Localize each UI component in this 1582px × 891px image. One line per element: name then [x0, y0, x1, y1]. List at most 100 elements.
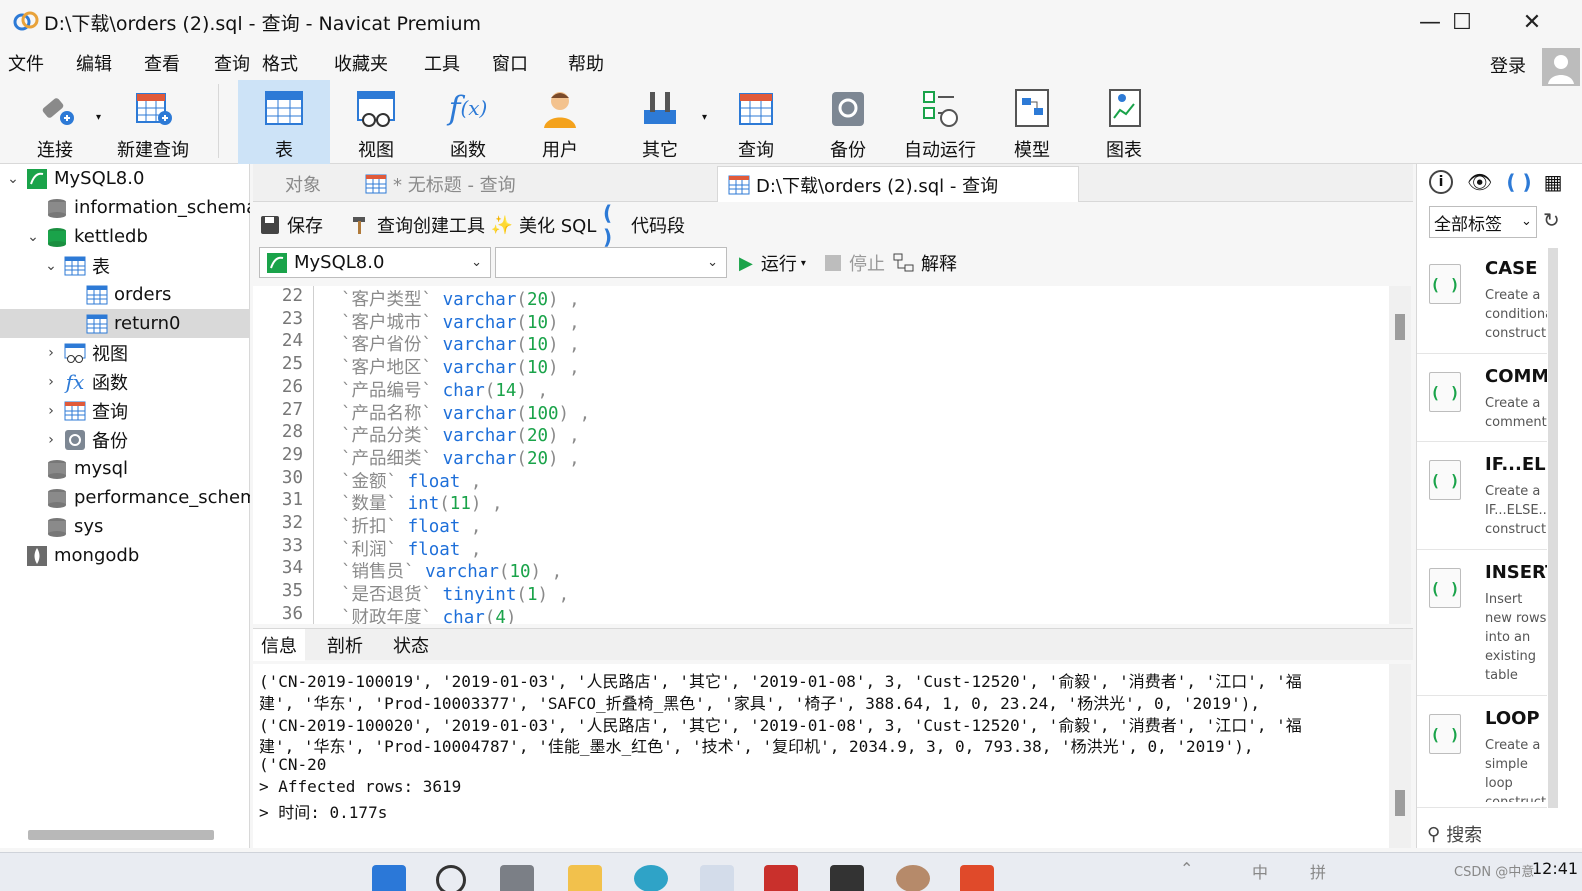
tab-status[interactable]: 状态 — [385, 629, 437, 661]
chevron-right-icon[interactable]: › — [44, 345, 58, 361]
connect-button[interactable]: 连接 — [10, 80, 100, 164]
app-icon[interactable] — [764, 865, 798, 891]
tree-item-performance-schema[interactable]: performance_schema — [0, 483, 250, 512]
other-dropdown-icon[interactable]: ▾ — [702, 112, 707, 123]
login-link[interactable]: 登录 — [1490, 52, 1526, 78]
task-view-icon[interactable] — [500, 865, 534, 891]
tree-item-orders[interactable]: orders — [0, 280, 250, 309]
query-button[interactable]: 查询 — [710, 80, 802, 164]
menu-view[interactable]: 查看 — [144, 50, 180, 76]
chevron-right-icon[interactable]: › — [44, 432, 58, 448]
snippet-search[interactable]: ⚲ 搜索 — [1427, 820, 1482, 848]
chevron-down-icon[interactable]: ⌄ — [6, 171, 20, 187]
tree-item-functions[interactable]: › fx 函数 — [0, 367, 250, 396]
chevron-down-icon[interactable]: ⌄ — [26, 229, 40, 245]
query-builder-button[interactable]: 查询创建工具 — [349, 212, 485, 238]
tree-item-views[interactable]: › 视图 — [0, 338, 250, 367]
tree-item-kettledb[interactable]: ⌄ kettledb — [0, 222, 250, 251]
model-button[interactable]: 模型 — [986, 80, 1078, 164]
snippet-item[interactable]: ( ) COMMENT Create a comment — [1417, 356, 1547, 442]
connection-select[interactable]: MySQL8.0 ⌄ — [259, 247, 491, 278]
terminal-icon[interactable] — [830, 865, 864, 891]
chart-button[interactable]: 图表 — [1078, 80, 1170, 164]
ime-indicator[interactable]: 中 — [1252, 859, 1268, 883]
menu-favorites[interactable]: 收藏夹 — [334, 50, 388, 76]
chevron-down-icon[interactable]: ⌄ — [44, 258, 58, 274]
run-button[interactable]: ▶ 运行 ▾ — [739, 250, 806, 276]
tree-item-mongodb[interactable]: mongodb — [0, 541, 250, 570]
navicat-taskbar-icon[interactable] — [700, 865, 734, 891]
menu-edit[interactable]: 编辑 — [76, 50, 112, 76]
menu-format[interactable]: 格式 — [262, 50, 298, 76]
editor-scrollbar-thumb[interactable] — [1395, 314, 1405, 340]
refresh-icon[interactable]: ↻ — [1543, 208, 1560, 232]
tab-untitled-query[interactable]: * 无标题 - 查询 — [355, 166, 526, 202]
database-icon — [46, 516, 68, 538]
tree-item-sys[interactable]: sys — [0, 512, 250, 541]
tree-item-return0[interactable]: return0 — [0, 309, 250, 338]
menu-file[interactable]: 文件 — [8, 50, 44, 76]
tree-item-mysql[interactable]: mysql — [0, 454, 250, 483]
menu-window[interactable]: 窗口 — [492, 50, 528, 76]
avatar-app-icon[interactable] — [896, 865, 930, 891]
automation-button[interactable]: 自动运行 — [894, 80, 986, 164]
output-scrollbar-thumb[interactable] — [1395, 790, 1405, 816]
user-button[interactable]: 用户 — [514, 80, 606, 164]
start-icon[interactable] — [372, 865, 406, 891]
view-button[interactable]: 视图 — [330, 80, 422, 164]
snippet-scrollbar[interactable] — [1548, 248, 1558, 808]
tree-item-tables[interactable]: ⌄ 表 — [0, 251, 250, 280]
code-snippet-button[interactable]: ( ) 代码段 — [603, 201, 685, 249]
line-number: 30 — [281, 467, 303, 488]
backup-button[interactable]: 备份 — [802, 80, 894, 164]
tab-objects[interactable]: 对象 — [275, 166, 331, 202]
explain-button[interactable]: 解释 — [893, 250, 957, 276]
close-button[interactable]: ✕ — [1502, 6, 1562, 38]
message-output[interactable]: ('CN-2019-100019', '2019-01-03', '人民路店',… — [253, 664, 1389, 848]
connect-dropdown-icon[interactable]: ▾ — [96, 112, 101, 123]
eye-icon[interactable]: 👁 — [1467, 170, 1492, 194]
chevron-right-icon[interactable]: › — [44, 374, 58, 390]
menu-help[interactable]: 帮助 — [568, 50, 604, 76]
run-dropdown-icon[interactable]: ▾ — [801, 258, 806, 269]
tray-overflow-icon[interactable]: ⌃ — [1180, 859, 1193, 878]
beautify-sql-button[interactable]: ✨ 美化 SQL — [491, 212, 597, 238]
function-button[interactable]: f (x) 函数 — [422, 80, 514, 164]
code-text: `产品名称` varchar(100) , — [341, 403, 591, 424]
ime-mode[interactable]: 拼 — [1310, 859, 1326, 883]
layout-icon[interactable]: ▦ — [1544, 170, 1563, 194]
snippet-item[interactable]: ( ) IF...ELSE Create a IF...ELSE... constr… — [1417, 444, 1547, 550]
sql-editor[interactable]: 22 `客户类型` varchar(20) , 23 `客户城市` varchar(1… — [253, 286, 1389, 624]
other-button[interactable]: 其它 — [614, 80, 706, 164]
edge-icon[interactable] — [634, 865, 668, 891]
new-query-button[interactable]: 新建查询 — [108, 80, 198, 164]
database-select[interactable]: ⌄ — [495, 247, 727, 278]
file-explorer-icon[interactable] — [568, 865, 602, 891]
tree-item-queries[interactable]: › 查询 — [0, 396, 250, 425]
table-button[interactable]: 表 — [238, 80, 330, 164]
menu-query[interactable]: 查询 — [214, 50, 250, 76]
tree-horizontal-scrollbar[interactable] — [28, 830, 214, 840]
column-name: `产品编号` — [341, 380, 433, 401]
snippet-item[interactable]: ( ) INSERT Insert new rows into an existin… — [1417, 552, 1547, 696]
wps-icon[interactable] — [960, 865, 994, 891]
tree-item-backups[interactable]: › 备份 — [0, 425, 250, 454]
tab-info[interactable]: 信息 — [253, 629, 305, 661]
snippet-item[interactable]: ( ) CASE Create a conditional construct — [1417, 248, 1547, 354]
stop-button[interactable]: 停止 — [825, 250, 885, 276]
clock[interactable]: 12:41 — [1532, 859, 1578, 878]
menu-tools[interactable]: 工具 — [424, 50, 460, 76]
tab-orders-sql[interactable]: D:\下载\orders (2).sql - 查询 — [717, 166, 1079, 202]
output-scrollbar[interactable] — [1389, 664, 1411, 848]
snippet-item[interactable]: ( ) LOOP Create a simple loop construct — [1417, 698, 1547, 808]
snippet-title: CASE — [1485, 258, 1538, 279]
tree-item-mysql80[interactable]: ⌄ MySQL8.0 — [0, 164, 250, 193]
info-icon[interactable]: i — [1429, 170, 1453, 194]
search-icon[interactable] — [436, 865, 466, 891]
maximize-button[interactable]: ☐ — [1432, 6, 1492, 38]
parentheses-icon[interactable]: ( ) — [1506, 170, 1531, 194]
tab-profile[interactable]: 剖析 — [319, 629, 371, 661]
tree-item-information-schema[interactable]: information_schema — [0, 193, 250, 222]
chevron-right-icon[interactable]: › — [44, 403, 58, 419]
save-button[interactable]: 保存 — [259, 212, 323, 238]
